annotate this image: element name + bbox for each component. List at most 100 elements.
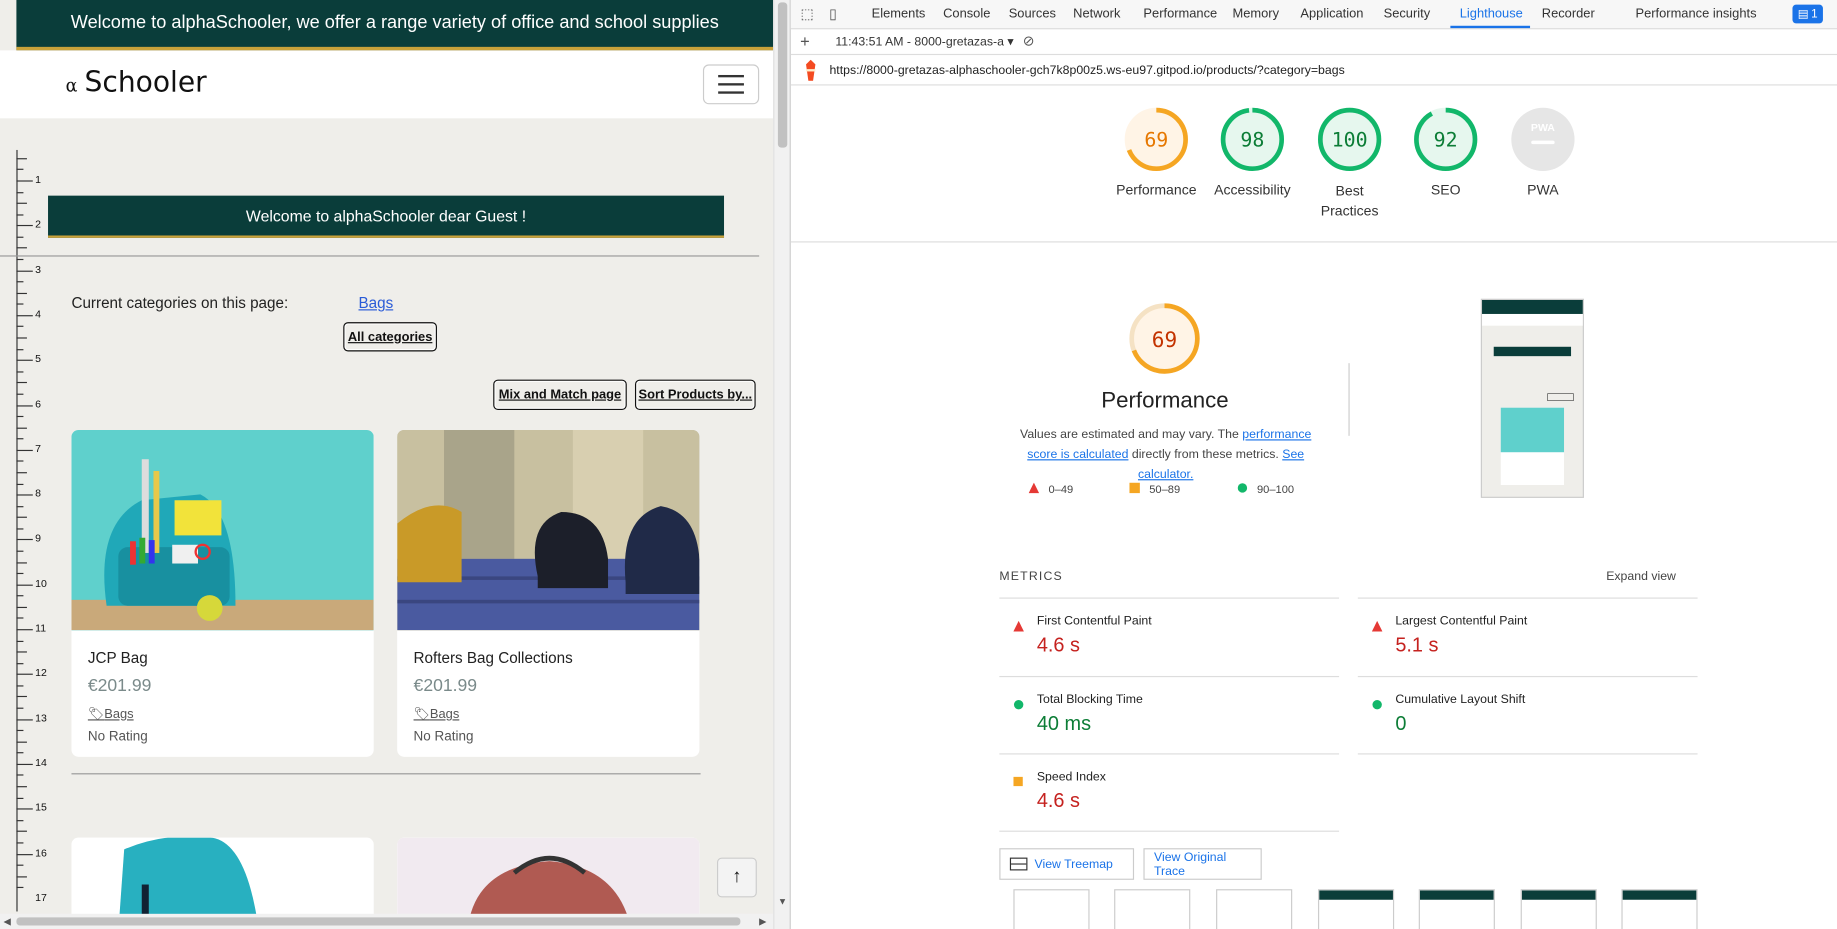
view-original-trace-button[interactable]: View Original Trace xyxy=(1143,848,1262,880)
tab-elements[interactable]: Elements xyxy=(872,7,926,21)
ruler-number: 10 xyxy=(35,577,47,589)
product-card[interactable]: JCP Bag €201.99 🏷Bags No Rating xyxy=(71,429,374,757)
ruler-number: 17 xyxy=(35,891,47,904)
ruler-tick xyxy=(16,550,24,552)
tab-recorder[interactable]: Recorder xyxy=(1542,7,1595,21)
ruler-number: 1 xyxy=(35,173,42,186)
product-tag-link[interactable]: 🏷Bags xyxy=(88,706,134,722)
arrow-up-icon: ↑ xyxy=(732,866,742,887)
circle-icon xyxy=(1013,695,1024,710)
logo-text: Schooler xyxy=(84,65,207,99)
score-label[interactable]: SEO xyxy=(1393,182,1498,198)
seo-score-gauge[interactable]: 92 xyxy=(1413,107,1479,173)
scroll-down-icon[interactable]: ▼ xyxy=(778,896,787,907)
product-card[interactable]: Rofters Bag Collections €201.99 🏷Bags No… xyxy=(397,429,700,757)
divider xyxy=(1357,753,1698,755)
scroll-to-top-button[interactable]: ↑ xyxy=(716,857,757,898)
product-name[interactable]: Rofters Bag Collections xyxy=(414,649,573,667)
tab-memory[interactable]: Memory xyxy=(1232,7,1279,21)
metric-value: 5.1 s xyxy=(1395,633,1439,657)
product-tag-link[interactable]: 🏷Bags xyxy=(414,706,460,722)
ruler-tick xyxy=(16,180,33,182)
ruler-tick xyxy=(16,505,24,507)
ruler-tick xyxy=(16,808,33,810)
product-image[interactable] xyxy=(397,429,700,631)
score-value: 69 xyxy=(1144,128,1168,151)
legend-average: 50–89 xyxy=(1129,482,1180,497)
report-selector[interactable]: 11:43:51 AM - 8000-gretazas-a ▾ xyxy=(835,35,1013,49)
ruler-tick xyxy=(16,673,33,676)
ruler-tick xyxy=(16,472,27,474)
device-toolbar-icon[interactable]: ▯ xyxy=(824,5,843,24)
treemap-icon xyxy=(1009,857,1028,871)
expand-view-toggle[interactable]: Expand view xyxy=(1606,569,1676,583)
scroll-left-icon[interactable]: ◀ xyxy=(4,916,11,927)
tab-network[interactable]: Network xyxy=(1073,7,1120,21)
metric-name: Largest Contentful Paint xyxy=(1395,613,1528,628)
tab-performance-insights[interactable]: Performance insights xyxy=(1635,7,1756,21)
performance-score-gauge[interactable]: 69 xyxy=(1124,107,1190,173)
pwa-score-gauge[interactable]: PWA xyxy=(1510,107,1576,173)
tab-lighthouse[interactable]: Lighthouse xyxy=(1460,7,1523,21)
plus-icon[interactable]: + xyxy=(800,32,810,51)
report-url-bar: https://8000-gretazas-alphaschooler-gch7… xyxy=(790,55,1837,86)
ruler-tick xyxy=(16,460,24,463)
categories-label: Current categories on this page: xyxy=(71,294,289,312)
tab-console[interactable]: Console xyxy=(943,7,990,21)
ruler-tick xyxy=(16,438,24,440)
divider xyxy=(0,255,760,257)
final-screenshot-thumbnail[interactable] xyxy=(1480,298,1584,498)
ruler-number: 11 xyxy=(35,622,47,634)
score-label[interactable]: PWA xyxy=(1490,182,1595,198)
ruler-tick xyxy=(16,730,24,732)
ruler-tick xyxy=(16,202,27,205)
messages-badge[interactable]: ▤ 1 xyxy=(1792,4,1823,24)
inspect-element-icon[interactable]: ⬚ xyxy=(798,5,817,24)
product-image[interactable] xyxy=(71,429,374,631)
ruler-number: 7 xyxy=(35,442,42,455)
ruler-number: 6 xyxy=(35,397,42,410)
message-icon: ▤ xyxy=(1797,7,1809,21)
score-label[interactable]: Best Practices xyxy=(1297,182,1402,222)
score-label[interactable]: Accessibility xyxy=(1200,182,1305,198)
tab-security[interactable]: Security xyxy=(1384,7,1431,21)
report-url[interactable]: https://8000-gretazas-alphaschooler-gch7… xyxy=(829,63,1344,77)
view-trace-label: View Original Trace xyxy=(1153,849,1227,879)
horizontal-scrollbar[interactable]: ◀ ▶ xyxy=(0,913,774,929)
divider xyxy=(999,675,1340,678)
ruler-tick xyxy=(16,258,24,261)
site-logo[interactable]: α Schooler xyxy=(66,66,207,99)
ruler-tick xyxy=(16,516,27,519)
category-link-bags[interactable]: Bags xyxy=(358,294,393,312)
hamburger-menu-button[interactable] xyxy=(702,64,760,105)
divider xyxy=(71,773,701,775)
ruler-tick xyxy=(16,404,33,406)
ruler-tick xyxy=(16,270,33,272)
best-practices-score-gauge[interactable]: 100 xyxy=(1317,107,1383,173)
tab-performance[interactable]: Performance xyxy=(1143,7,1217,21)
clear-icon[interactable]: ⊘ xyxy=(1023,33,1035,49)
sort-products-button[interactable]: Sort Products by... xyxy=(634,379,756,411)
divider xyxy=(1348,363,1350,436)
scroll-right-icon[interactable]: ▶ xyxy=(759,916,766,927)
mix-and-match-button[interactable]: Mix and Match page xyxy=(493,379,627,411)
ruler-tick xyxy=(16,427,27,429)
ruler-tick xyxy=(16,887,24,889)
ruler-tick xyxy=(16,864,24,866)
pwa-badge-text: PWA xyxy=(1531,122,1555,134)
ruler-number: 14 xyxy=(35,756,47,769)
product-name[interactable]: JCP Bag xyxy=(88,649,148,667)
badge-count: 1 xyxy=(1811,7,1818,21)
report-selector-label: 11:43:51 AM - 8000-gretazas-a xyxy=(835,35,1005,50)
ruler-tick xyxy=(16,606,27,608)
score-label[interactable]: Performance xyxy=(1104,182,1209,198)
circle-icon xyxy=(1372,695,1383,710)
ruler-tick xyxy=(16,236,24,238)
all-categories-button[interactable]: All categories xyxy=(343,322,437,352)
tab-sources[interactable]: Sources xyxy=(1009,7,1056,21)
ruler-tick xyxy=(16,875,27,878)
vertical-scrollbar[interactable]: ▼ xyxy=(773,0,790,929)
view-treemap-button[interactable]: View Treemap xyxy=(999,848,1135,880)
tab-application[interactable]: Application xyxy=(1300,7,1363,21)
accessibility-score-gauge[interactable]: 98 xyxy=(1220,107,1286,173)
